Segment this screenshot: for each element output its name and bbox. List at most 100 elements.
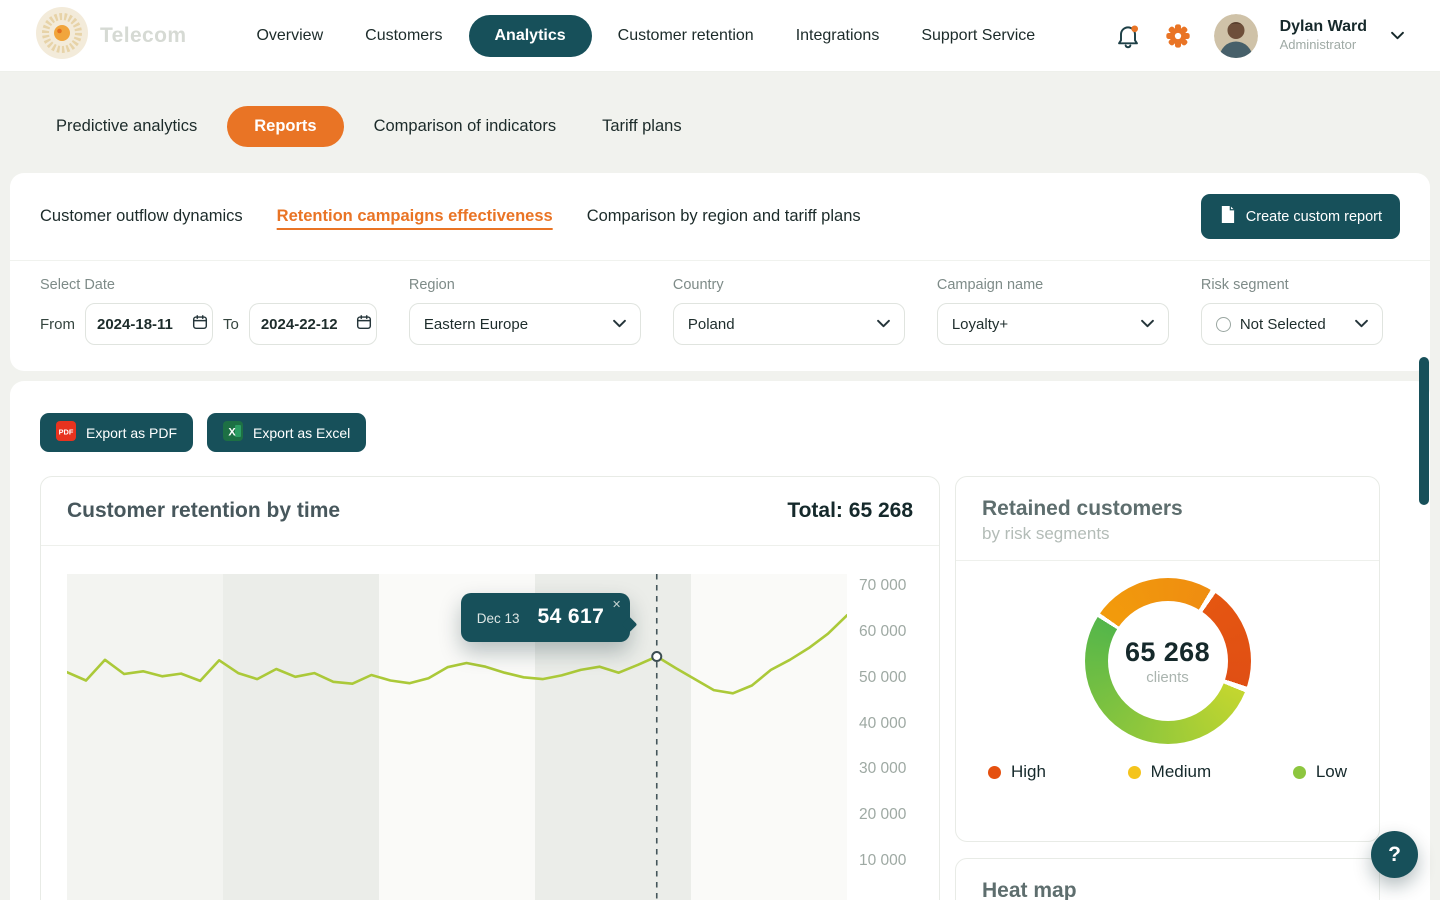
nav-item-support-service[interactable]: Support Service <box>905 16 1051 56</box>
risk-donut: 65 268 clients <box>1085 578 1251 744</box>
retention-line-chart[interactable] <box>67 574 847 900</box>
campaign-select[interactable]: Loyalty+ <box>937 303 1169 345</box>
scrollbar-thumb[interactable] <box>1419 357 1429 505</box>
y-axis-labels: 70 00060 00050 00040 00030 00020 00010 0… <box>859 574 921 900</box>
date-from-value[interactable] <box>97 316 183 333</box>
risk-segment-select[interactable]: Not Selected <box>1201 303 1383 345</box>
nav-item-customer-retention[interactable]: Customer retention <box>602 16 770 56</box>
notifications-bell-icon[interactable] <box>1114 22 1142 50</box>
date-from-input[interactable] <box>85 303 213 345</box>
brand-logo[interactable]: Telecom <box>36 7 186 64</box>
top-navbar: Telecom Overview Customers Analytics Cus… <box>0 0 1440 72</box>
chart-title: Customer retention by time <box>67 499 340 523</box>
retained-customers-card: Retained customers by risk segments 65 2… <box>955 476 1380 842</box>
chart-total: Total: 65 268 <box>787 499 913 523</box>
legend-dot <box>1293 766 1306 779</box>
chevron-down-icon <box>613 315 626 333</box>
filter-country: Country Poland <box>673 277 905 345</box>
tab-comparison-of-indicators[interactable]: Comparison of indicators <box>358 107 573 146</box>
filter-label: Country <box>673 277 905 293</box>
tab-predictive-analytics[interactable]: Predictive analytics <box>40 107 213 146</box>
radio-circle-icon <box>1216 317 1231 332</box>
y-axis-tick: 40 000 <box>859 715 906 733</box>
filter-risk-segment: Risk segment Not Selected <box>1201 277 1383 345</box>
report-filters-card: Customer outflow dynamics Retention camp… <box>10 173 1430 371</box>
report-main-card: PDF Export as PDF X Export as Excel Cust… <box>10 381 1430 900</box>
calendar-icon[interactable] <box>191 313 209 336</box>
total-value: 65 268 <box>849 499 913 522</box>
y-axis-tick: 70 000 <box>859 577 906 595</box>
donut-total-label: clients <box>1146 669 1189 686</box>
chevron-down-icon <box>1141 315 1154 333</box>
tab-reports[interactable]: Reports <box>227 106 343 147</box>
legend-item-high: High <box>988 762 1046 782</box>
nav-item-integrations[interactable]: Integrations <box>780 16 896 56</box>
page-content: Predictive analytics Reports Comparison … <box>0 72 1440 900</box>
nav-item-customers[interactable]: Customers <box>349 16 458 56</box>
legend-dot <box>1128 766 1141 779</box>
filter-campaign-name: Campaign name Loyalty+ <box>937 277 1169 345</box>
user-avatar[interactable] <box>1214 14 1258 58</box>
export-pdf-button[interactable]: PDF Export as PDF <box>40 413 193 452</box>
export-toolbar: PDF Export as PDF X Export as Excel <box>40 413 1400 452</box>
tab-tariff-plans[interactable]: Tariff plans <box>586 107 698 146</box>
donut-total-value: 65 268 <box>1125 637 1210 668</box>
create-custom-report-button[interactable]: Create custom report <box>1201 194 1400 239</box>
filter-region: Region Eastern Europe <box>409 277 641 345</box>
y-axis-tick: 60 000 <box>859 623 906 641</box>
calendar-icon[interactable] <box>355 313 373 336</box>
legend-item-medium: Medium <box>1128 762 1211 782</box>
nav-item-analytics[interactable]: Analytics <box>469 15 592 57</box>
help-button[interactable]: ? <box>1371 831 1418 878</box>
chevron-down-icon[interactable] <box>1391 27 1404 45</box>
subtab-retention-campaigns-effectiveness[interactable]: Retention campaigns effectiveness <box>277 207 553 226</box>
user-role: Administrator <box>1280 37 1367 53</box>
document-icon <box>1219 205 1236 228</box>
filter-select-date: Select Date From To <box>40 277 377 345</box>
y-axis-tick: 30 000 <box>859 760 906 778</box>
chevron-down-icon <box>877 315 890 333</box>
date-to-input[interactable] <box>249 303 377 345</box>
close-icon[interactable]: ✕ <box>612 598 621 611</box>
export-excel-button[interactable]: X Export as Excel <box>207 413 366 452</box>
retention-by-time-card: Customer retention by time Total: 65 268… <box>40 476 940 900</box>
heat-map-title: Heat map <box>982 879 1353 900</box>
to-label: To <box>223 316 239 333</box>
region-select[interactable]: Eastern Europe <box>409 303 641 345</box>
brand-name: Telecom <box>100 24 186 48</box>
nav-item-overview[interactable]: Overview <box>240 16 339 56</box>
analytics-tabs: Predictive analytics Reports Comparison … <box>10 72 1430 173</box>
subtab-customer-outflow-dynamics[interactable]: Customer outflow dynamics <box>40 207 243 226</box>
heat-map-card: Heat map customers distribution by regio… <box>955 858 1380 900</box>
from-label: From <box>40 316 75 333</box>
filter-label: Region <box>409 277 641 293</box>
right-column: Retained customers by risk segments 65 2… <box>955 476 1380 900</box>
panel-subtitle: by risk segments <box>982 524 1353 544</box>
report-subtabs: Customer outflow dynamics Retention camp… <box>10 173 1430 261</box>
main-nav: Overview Customers Analytics Customer re… <box>240 15 1051 57</box>
y-axis-tick: 50 000 <box>859 669 906 687</box>
pdf-file-icon: PDF <box>56 421 76 444</box>
country-select[interactable]: Poland <box>673 303 905 345</box>
filter-label: Risk segment <box>1201 277 1383 293</box>
tooltip-date: Dec 13 <box>477 611 520 626</box>
chevron-down-icon <box>1355 315 1368 333</box>
telecom-logo-icon <box>36 7 88 64</box>
filters-row: Select Date From To <box>10 261 1430 371</box>
chart-body: Dec 13 54 617 ✕ 70 000 60 000 50 000 40 000… <box>41 546 939 900</box>
user-name: Dylan Ward <box>1280 17 1367 37</box>
legend-item-low: Low <box>1293 762 1347 782</box>
legend-dot <box>988 766 1001 779</box>
y-axis-tick: 20 000 <box>859 806 906 824</box>
filter-label: Campaign name <box>937 277 1169 293</box>
panel-title: Retained customers <box>982 497 1353 521</box>
svg-text:PDF: PDF <box>59 428 74 437</box>
chart-tooltip: Dec 13 54 617 ✕ <box>461 593 630 642</box>
subtab-comparison-by-region[interactable]: Comparison by region and tariff plans <box>587 207 861 226</box>
svg-text:X: X <box>228 427 236 439</box>
risk-legend: High Medium Low <box>956 752 1379 782</box>
settings-gear-icon[interactable] <box>1164 22 1192 50</box>
user-menu[interactable]: Dylan Ward Administrator <box>1280 17 1367 53</box>
date-to-value[interactable] <box>261 316 347 333</box>
excel-file-icon: X <box>223 421 243 444</box>
